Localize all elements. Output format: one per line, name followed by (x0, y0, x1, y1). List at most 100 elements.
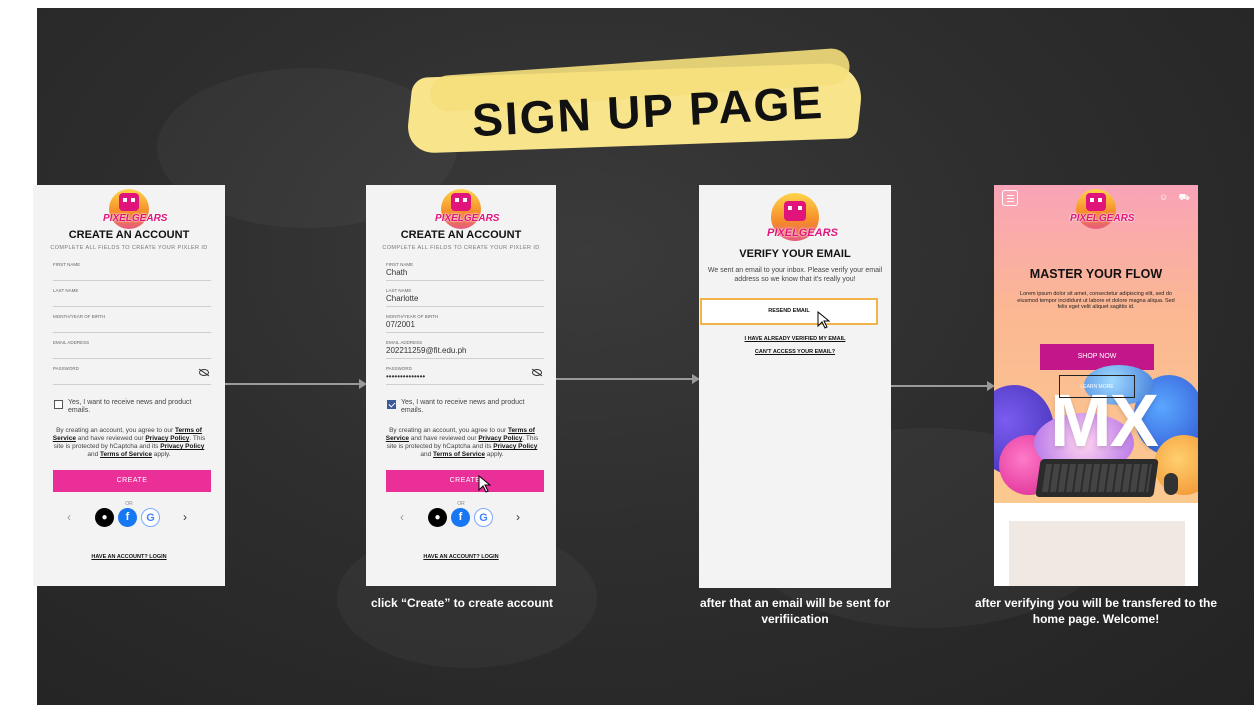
header-icons: ☺ ⛟ (1159, 192, 1190, 204)
password-field[interactable]: PASSWORD •••••••••••••• (386, 361, 544, 385)
email-value: 202211259@fit.edu.ph (386, 346, 467, 355)
legal-text: By creating an account, you agree to our… (49, 427, 209, 459)
last-name-field[interactable]: LAST NAME Charlotte (386, 283, 544, 307)
verify-email-screen: PIXELGEARS VERIFY YOUR EMAIL We sent an … (699, 185, 891, 588)
eye-slash-icon[interactable] (532, 369, 542, 376)
hcaptcha-terms-link[interactable]: Terms of Service (433, 451, 485, 458)
home-page-screen: PIXELGEARS ☺ ⛟ MASTER YOUR FLOW Lorem ip… (994, 185, 1198, 586)
hamburger-menu-icon[interactable] (1002, 190, 1018, 206)
create-button[interactable]: CREATE (53, 470, 211, 492)
create-account-subtitle: COMPLETE ALL FIELDS TO CREATE YOUR PIXLE… (382, 245, 540, 251)
pixelgears-logo: PIXELGEARS (767, 191, 838, 247)
password-value: •••••••••••••• (386, 372, 426, 381)
create-account-heading: CREATE AN ACCOUNT (68, 229, 190, 241)
birth-date-label: MONTH/YEAR OF BIRTH (53, 314, 106, 319)
chevron-left-icon[interactable]: ‹ (400, 510, 404, 524)
login-link[interactable]: HAVE AN ACCOUNT? LOGIN (33, 554, 225, 560)
first-name-field[interactable]: FIRST NAME Chath (386, 257, 544, 281)
top-crop-strip (0, 0, 1254, 8)
cant-access-email-link[interactable]: CAN'T ACCESS YOUR EMAIL? (699, 349, 891, 355)
email-field[interactable]: EMAIL ADDRESS 202211259@fit.edu.ph (386, 335, 544, 359)
hcaptcha-terms-link[interactable]: Terms of Service (100, 451, 152, 458)
last-name-label: LAST NAME (386, 288, 412, 293)
login-link[interactable]: HAVE AN ACCOUNT? LOGIN (366, 554, 556, 560)
birth-date-label: MONTH/YEAR OF BIRTH (386, 314, 439, 319)
password-label: PASSWORD (53, 366, 79, 371)
password-field[interactable]: PASSWORD (53, 361, 211, 385)
caption-step-4: after verifying you will be transfered t… (974, 596, 1218, 626)
flow-arrow-2 (556, 374, 700, 384)
already-verified-link[interactable]: I HAVE ALREADY VERIFIED MY EMAIL (699, 336, 891, 342)
caption-step-3: after that an email will be sent for ver… (699, 596, 891, 626)
chevron-left-icon[interactable]: ‹ (67, 510, 71, 524)
eye-slash-icon[interactable] (199, 369, 209, 376)
or-divider: OR (125, 501, 133, 507)
robot-icon (784, 201, 806, 221)
robot-icon (1086, 193, 1106, 211)
robot-icon (451, 193, 471, 211)
cart-icon[interactable]: ⛟ (1179, 192, 1190, 202)
create-account-subtitle: COMPLETE ALL FIELDS TO CREATE YOUR PIXLE… (50, 245, 208, 251)
social-login-row: ‹ ● f G › (366, 508, 556, 530)
newsletter-label: Yes, I want to receive news and product … (401, 399, 525, 414)
shop-now-button[interactable]: SHOP NOW (1040, 344, 1154, 370)
legal-text-part: and (420, 451, 434, 458)
birth-date-field[interactable]: MONTH/YEAR OF BIRTH 07/2001 (386, 309, 544, 333)
newsletter-checkbox[interactable] (54, 400, 63, 409)
legal-text-part: By creating an account, you agree to our (56, 427, 175, 434)
pixelgears-logo: PIXELGEARS (103, 187, 167, 231)
apple-icon[interactable]: ● (428, 508, 447, 527)
last-name-field[interactable]: LAST NAME (53, 283, 211, 307)
user-icon[interactable]: ☺ (1159, 192, 1168, 202)
hero-headline: MASTER YOUR FLOW (1029, 267, 1163, 281)
email-field[interactable]: EMAIL ADDRESS (53, 335, 211, 359)
first-name-value: Chath (386, 268, 408, 277)
product-card-placeholder (1009, 521, 1185, 586)
logo-wordmark: PIXELGEARS (1070, 213, 1135, 224)
legal-text-part: and have reviewed our (75, 435, 146, 442)
legal-text: By creating an account, you agree to our… (382, 427, 542, 459)
hero-banner: PIXELGEARS ☺ ⛟ MASTER YOUR FLOW Lorem ip… (994, 185, 1198, 503)
privacy-link[interactable]: Privacy Policy (478, 435, 522, 442)
or-divider: OR (457, 501, 465, 507)
privacy-link[interactable]: Privacy Policy (145, 435, 189, 442)
signup-screen-filled: PIXELGEARS CREATE AN ACCOUNT COMPLETE AL… (366, 185, 556, 586)
apple-icon[interactable]: ● (95, 508, 114, 527)
first-name-label: FIRST NAME (53, 262, 81, 267)
hcaptcha-privacy-link[interactable]: Privacy Policy (160, 443, 204, 450)
email-label: EMAIL ADDRESS (386, 340, 423, 345)
first-name-field[interactable]: FIRST NAME (53, 257, 211, 281)
google-icon[interactable]: G (141, 508, 160, 527)
create-button[interactable]: CREATE (386, 470, 544, 492)
password-label: PASSWORD (386, 366, 412, 371)
birth-date-value: 07/2001 (386, 320, 415, 329)
pixelgears-logo: PIXELGEARS (1070, 187, 1134, 231)
pixelgears-logo: PIXELGEARS (435, 187, 499, 231)
legal-text-part: apply. (484, 451, 504, 458)
signup-screen-empty: PIXELGEARS CREATE AN ACCOUNT COMPLETE AL… (33, 185, 225, 586)
create-account-heading: CREATE AN ACCOUNT (400, 229, 522, 241)
google-icon[interactable]: G (474, 508, 493, 527)
learn-more-button[interactable]: LEARN MORE (1059, 375, 1135, 398)
flow-arrow-3 (891, 381, 995, 391)
hcaptcha-privacy-link[interactable]: Privacy Policy (493, 443, 537, 450)
logo-wordmark: PIXELGEARS (103, 213, 168, 224)
logo-wordmark: PIXELGEARS (435, 213, 500, 224)
facebook-icon[interactable]: f (118, 508, 137, 527)
last-name-label: LAST NAME (53, 288, 79, 293)
legal-text-part: and have reviewed our (408, 435, 479, 442)
legal-text-part: By creating an account, you agree to our (389, 427, 508, 434)
chevron-right-icon[interactable]: › (183, 510, 187, 524)
mouse-image (1164, 473, 1178, 495)
newsletter-label: Yes, I want to receive news and product … (68, 399, 192, 414)
resend-email-button[interactable]: RESEND EMAIL (700, 298, 878, 325)
chevron-right-icon[interactable]: › (516, 510, 520, 524)
birth-date-field[interactable]: MONTH/YEAR OF BIRTH (53, 309, 211, 333)
verify-email-heading: VERIFY YOUR EMAIL (739, 248, 851, 260)
facebook-icon[interactable]: f (451, 508, 470, 527)
legal-text-part: and (87, 451, 101, 458)
newsletter-checkbox[interactable] (387, 400, 396, 409)
page-title-banner: SIGN UP PAGE (405, 47, 870, 154)
first-name-label: FIRST NAME (386, 262, 414, 267)
verify-email-message: We sent an email to your inbox. Please v… (707, 267, 883, 283)
